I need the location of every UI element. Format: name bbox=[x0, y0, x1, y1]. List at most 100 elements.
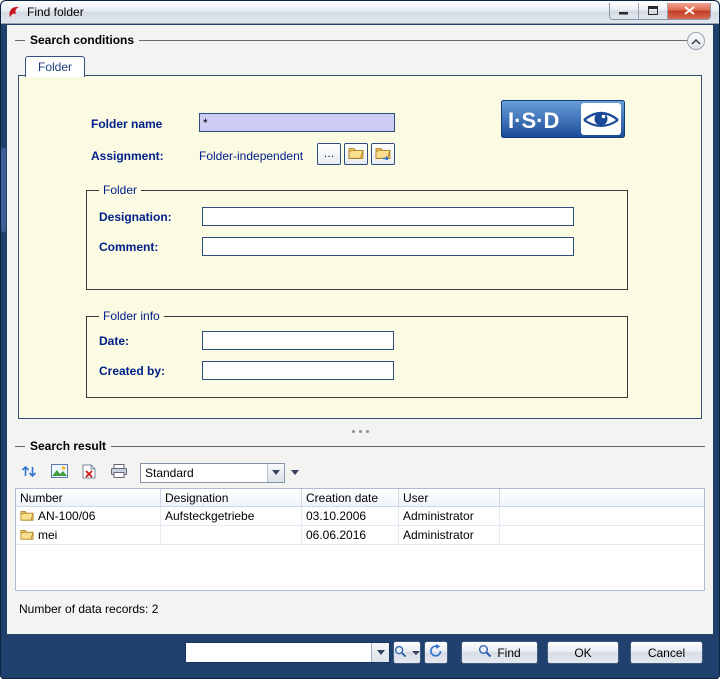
close-icon bbox=[683, 4, 695, 18]
column-header-creation-date[interactable]: Creation date bbox=[302, 489, 399, 507]
dialog-content: Search conditions Folder Folder name I·S… bbox=[7, 25, 713, 634]
cancel-button-label: Cancel bbox=[647, 645, 686, 660]
cell-creation-date: 06.06.2016 bbox=[306, 528, 367, 542]
ok-button-label: OK bbox=[574, 645, 592, 660]
print-button[interactable] bbox=[105, 460, 133, 485]
sort-arrows-icon bbox=[21, 464, 37, 482]
folder-info-group-title: Folder info bbox=[99, 309, 164, 323]
folder-icon bbox=[348, 146, 364, 162]
cell-number: AN-100/06 bbox=[38, 509, 96, 523]
minimize-icon bbox=[619, 4, 629, 18]
designation-label: Designation: bbox=[99, 209, 172, 224]
refresh-button[interactable] bbox=[424, 641, 448, 664]
chevron-down-icon bbox=[376, 650, 385, 655]
chevron-down-icon bbox=[412, 650, 420, 655]
cell-designation: Aufsteckgetriebe bbox=[165, 509, 255, 523]
view-select-value: Standard bbox=[145, 465, 194, 480]
folder-group: Folder Designation: Comment: bbox=[86, 183, 628, 290]
minimize-button[interactable] bbox=[610, 3, 639, 19]
chevron-down-icon bbox=[272, 470, 280, 475]
folder-group-title: Folder bbox=[99, 183, 142, 197]
sort-refresh-button[interactable] bbox=[15, 460, 43, 485]
maximize-button[interactable] bbox=[639, 3, 668, 19]
search-result-title: Search result bbox=[25, 439, 112, 453]
column-header-empty[interactable] bbox=[500, 489, 704, 507]
maximize-icon bbox=[647, 4, 659, 18]
window-title: Find folder bbox=[27, 5, 84, 19]
delete-result-button[interactable] bbox=[75, 460, 103, 485]
collapse-button[interactable] bbox=[687, 32, 705, 50]
find-button[interactable]: Find bbox=[461, 641, 538, 664]
quick-search-arrow[interactable] bbox=[371, 643, 389, 662]
section-splitter-handle[interactable] bbox=[7, 427, 713, 435]
folder-name-input[interactable] bbox=[199, 113, 395, 132]
tab-folder-label: Folder bbox=[38, 60, 73, 74]
folder-link-icon bbox=[375, 146, 391, 163]
refresh-icon bbox=[429, 644, 443, 661]
printer-icon bbox=[111, 464, 127, 481]
search-conditions-header: Search conditions bbox=[15, 32, 705, 50]
divider bbox=[15, 446, 705, 447]
date-input[interactable] bbox=[202, 331, 394, 350]
magnifier-icon bbox=[394, 645, 407, 661]
delete-icon bbox=[82, 464, 96, 482]
assignment-browse-button[interactable]: … bbox=[317, 143, 341, 165]
created-by-label: Created by: bbox=[99, 363, 166, 378]
isd-logo-text: I·S·D bbox=[508, 108, 559, 133]
folder-icon bbox=[20, 528, 34, 543]
find-button-label: Find bbox=[497, 645, 521, 660]
assignment-buttons: … bbox=[317, 143, 395, 165]
magnifier-icon bbox=[478, 644, 492, 661]
cell-user: Administrator bbox=[403, 528, 474, 542]
cancel-button[interactable]: Cancel bbox=[630, 641, 703, 664]
table-row[interactable]: mei 06.06.2016 Administrator bbox=[16, 526, 704, 545]
chevron-up-icon bbox=[691, 34, 701, 48]
search-result-header: Search result bbox=[15, 438, 705, 456]
result-table: Number Designation Creation date User AN… bbox=[15, 488, 705, 591]
quick-search-combo[interactable] bbox=[185, 642, 390, 663]
chevron-down-icon bbox=[290, 470, 299, 475]
window-controls bbox=[609, 3, 711, 20]
column-header-number[interactable]: Number bbox=[16, 489, 161, 507]
export-image-button[interactable] bbox=[45, 460, 73, 485]
designation-input[interactable] bbox=[202, 207, 574, 226]
tab-folder[interactable]: Folder bbox=[25, 56, 86, 77]
close-button[interactable] bbox=[668, 3, 710, 19]
result-toolbar: Standard bbox=[15, 460, 302, 485]
view-select[interactable]: Standard bbox=[140, 462, 285, 483]
folder-tab-panel: Folder name I·S·D Assignment: Folder bbox=[18, 75, 702, 419]
ellipsis-icon: … bbox=[323, 148, 335, 160]
folder-name-label: Folder name bbox=[91, 117, 163, 131]
cell-number: mei bbox=[38, 528, 58, 542]
app-icon[interactable] bbox=[7, 5, 21, 19]
search-options-button[interactable] bbox=[393, 641, 421, 664]
view-select-arrow[interactable] bbox=[267, 463, 284, 482]
record-count: Number of data records: 2 bbox=[19, 602, 159, 616]
created-by-input[interactable] bbox=[202, 361, 394, 380]
table-header-row: Number Designation Creation date User bbox=[16, 489, 704, 507]
isd-logo: I·S·D bbox=[501, 100, 625, 138]
titlebar: Find folder bbox=[1, 1, 719, 24]
date-label: Date: bbox=[99, 333, 130, 348]
cell-user: Administrator bbox=[403, 509, 474, 523]
comment-label: Comment: bbox=[99, 239, 159, 254]
assignment-folder-button[interactable] bbox=[344, 143, 368, 165]
search-conditions-title: Search conditions bbox=[25, 33, 140, 47]
left-splitter-handle[interactable] bbox=[1, 148, 6, 232]
column-header-user[interactable]: User bbox=[399, 489, 500, 507]
footer-bar: Find OK Cancel bbox=[0, 634, 720, 679]
comment-input[interactable] bbox=[202, 237, 574, 256]
assignment-value: Folder-independent bbox=[199, 149, 304, 163]
assignment-folder-link-button[interactable] bbox=[371, 143, 395, 165]
folder-info-group: Folder info Date: Created by: bbox=[86, 309, 628, 398]
find-folder-dialog: Find folder Search conditions Folder Fol… bbox=[0, 0, 720, 679]
table-row[interactable]: AN-100/06 Aufsteckgetriebe 03.10.2006 Ad… bbox=[16, 507, 704, 526]
cell-creation-date: 03.10.2006 bbox=[306, 509, 367, 523]
quick-search-value bbox=[186, 643, 371, 662]
ok-button[interactable]: OK bbox=[547, 641, 619, 664]
column-header-designation[interactable]: Designation bbox=[161, 489, 302, 507]
image-icon bbox=[50, 464, 68, 481]
assignment-label: Assignment: bbox=[91, 149, 164, 163]
folder-icon bbox=[20, 509, 34, 524]
view-menu-button[interactable] bbox=[287, 463, 302, 483]
